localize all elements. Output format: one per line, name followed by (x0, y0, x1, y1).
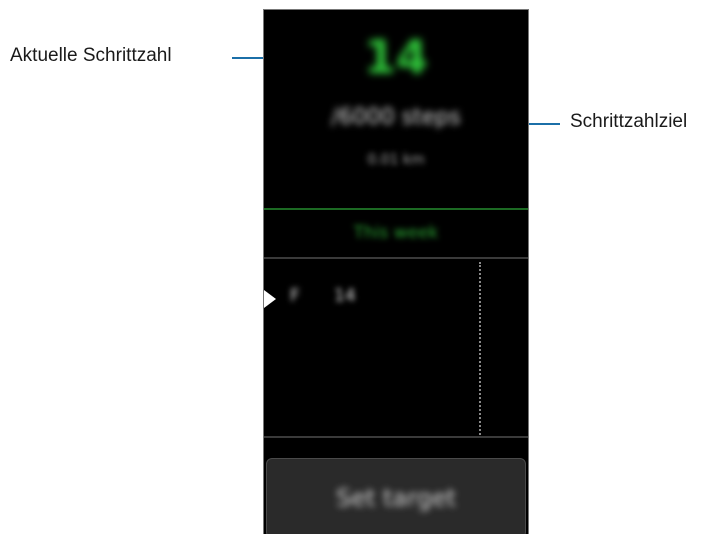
week-list-top-divider (264, 257, 528, 259)
callout-step-goal-label: Schrittzahlziel (570, 111, 688, 132)
week-row-day: F (290, 286, 300, 306)
callout-current-steps-label: Aktuelle Schrittzahl (10, 45, 172, 66)
distance-text: 0.01 km (367, 152, 425, 168)
watch-screen: 14 /6000 steps 0.01 km This week F 14 Se… (263, 9, 529, 534)
section-divider (264, 208, 528, 210)
goal-dotted-line (479, 262, 481, 438)
week-list-bottom-divider (264, 436, 528, 438)
week-section-label: This week (353, 223, 439, 243)
current-step-count: 14 (363, 30, 428, 84)
week-row-steps: 14 (334, 286, 356, 306)
set-target-label: Set target (335, 484, 456, 512)
current-day-marker-icon (264, 290, 276, 308)
set-target-button[interactable]: Set target (266, 458, 526, 534)
step-goal-text: /6000 steps (331, 105, 461, 130)
